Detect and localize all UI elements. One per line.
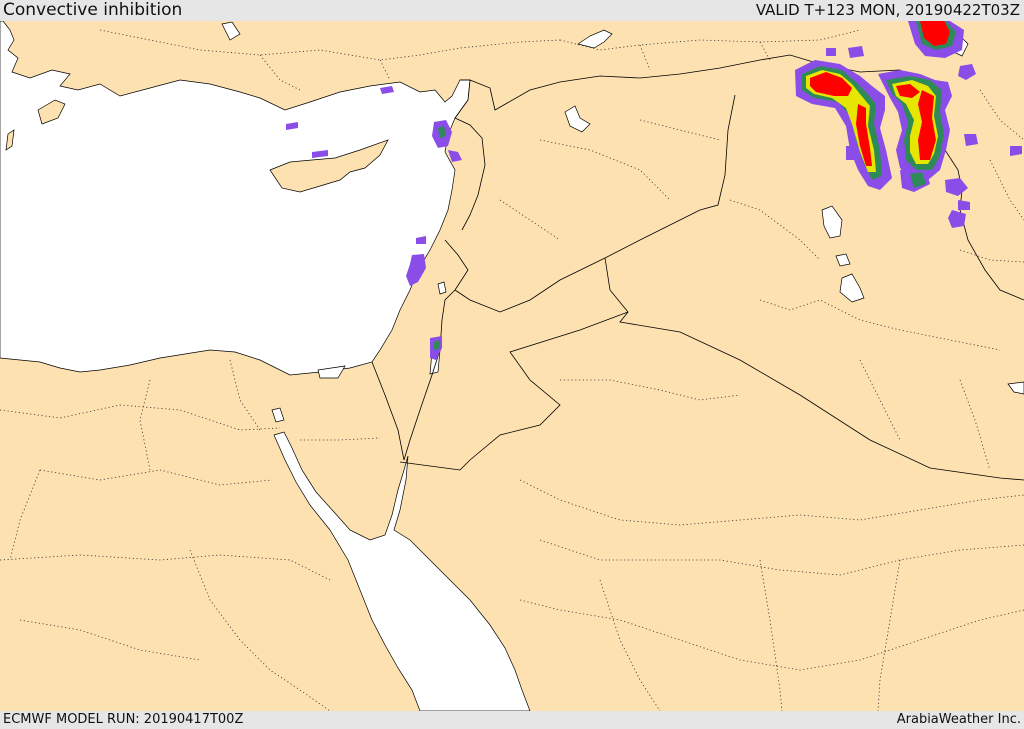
footer-bar: ECMWF MODEL RUN: 20190417T00Z ArabiaWeat… (0, 711, 1024, 729)
valid-time: VALID T+123 MON, 20190422T03Z (755, 1, 1020, 19)
map-frame: Convective inhibition VALID T+123 MON, 2… (0, 0, 1024, 729)
credit-label: ArabiaWeather Inc. (896, 712, 1021, 727)
header-bar: Convective inhibition VALID T+123 MON, 2… (0, 0, 1024, 21)
model-run-label: ECMWF MODEL RUN: 20190417T00Z (3, 712, 244, 727)
map-title: Convective inhibition (3, 0, 183, 20)
weather-map (0, 21, 1024, 711)
